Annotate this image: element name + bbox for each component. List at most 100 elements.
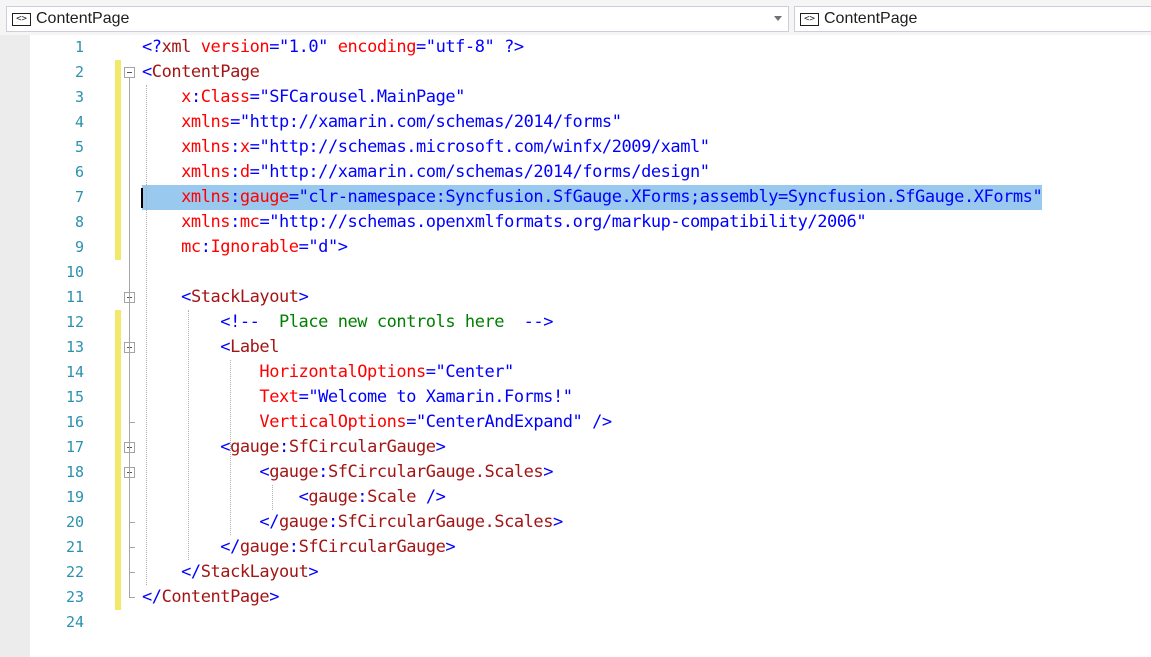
type-scope-dropdown[interactable]: <> ContentPage [6,6,789,32]
code-token: encoding [337,37,417,57]
code-editor[interactable]: 1 <?xml version="1.0" encoding="utf-8" ?>… [0,35,1151,657]
line-number: 16 [65,413,84,431]
line-number: 1 [74,38,84,56]
indent-guide [272,485,273,510]
code-token: Scale [367,487,417,507]
collapse-icon[interactable] [124,67,135,78]
code-text: <?xml version="1.0" encoding="utf-8" ?> [142,35,524,60]
line-number: 8 [74,213,84,231]
line-number: 9 [74,238,84,256]
fold-region-line [129,353,130,423]
code-token: /> [416,487,446,507]
code-text: </ContentPage> [142,585,279,610]
code-line[interactable]: 24 [0,610,1151,635]
code-text: </StackLayout> [142,560,318,585]
code-line[interactable]: 13 <Label [0,335,1151,360]
chevron-down-icon[interactable] [774,16,782,21]
code-token: gauge [279,512,328,532]
code-token: Class [200,87,250,107]
code-text: HorizontalOptions="Center" [142,360,514,385]
line-number: 18 [65,463,84,481]
code-text: <StackLayout> [142,285,309,310]
code-line[interactable]: 15 Text="Welcome to Xamarin.Forms!" [0,385,1151,410]
code-token: ="http://schemas.openxmlformats.org/mark… [259,212,867,232]
code-token: gauge [269,462,319,482]
line-number: 17 [65,438,84,456]
code-line[interactable]: 17 <gauge:SfCircularGauge> [0,435,1151,460]
code-line[interactable]: 18 <gauge:SfCircularGauge.Scales> [0,460,1151,485]
code-token: > [435,437,446,457]
code-token: xmlns [181,162,231,182]
line-number: 5 [74,138,84,156]
code-token: StackLayout [200,562,309,582]
fold-region-end [129,547,135,548]
line-number: 10 [65,263,84,281]
indent-guide [146,85,147,585]
change-indicator [115,360,121,385]
code-line[interactable]: 16 VerticalOptions="CenterAndExpand" /> [0,410,1151,435]
code-token: > [298,287,309,307]
code-token: : [230,212,240,232]
code-line[interactable]: 9 mc:Ignorable="d"> [0,235,1151,260]
line-number: 12 [65,313,84,331]
code-line[interactable]: 11 <StackLayout> [0,285,1151,310]
code-token: x [181,87,191,107]
code-token: ="http://xamarin.com/schemas/2014/forms" [230,112,622,132]
code-token: : [318,462,328,482]
code-line[interactable]: 6 xmlns:d="http://xamarin.com/schemas/20… [0,160,1151,185]
code-token: < [259,462,270,482]
code-line[interactable]: 5 xmlns:x="http://schemas.microsoft.com/… [0,135,1151,160]
member-scope-dropdown[interactable]: <> ContentPage [794,6,1151,32]
indent-guide [230,360,231,535]
navigation-bar: <> ContentPage <> ContentPage [0,0,1151,35]
code-token: VerticalOptions [259,412,407,432]
line-number: 15 [65,388,84,406]
code-token: ="Welcome to Xamarin.Forms!" [298,387,573,407]
code-line[interactable]: 14 HorizontalOptions="Center" [0,360,1151,385]
change-indicator [115,585,121,610]
code-line[interactable]: 10 [0,260,1151,285]
code-token: ="utf-8" ?> [416,37,524,57]
code-token: > [269,587,280,607]
code-line[interactable]: 19 <gauge:Scale /> [0,485,1151,510]
code-line[interactable]: 7 xmlns:gauge="clr-namespace:Syncfusion.… [0,185,1151,210]
code-token: HorizontalOptions [259,362,426,382]
code-token: : [230,137,240,157]
code-line[interactable]: 22 </StackLayout> [0,560,1151,585]
code-line[interactable]: 1 <?xml version="1.0" encoding="utf-8" ?> [0,35,1151,60]
change-indicator [115,310,121,335]
line-number: 11 [65,288,84,306]
code-token: < [220,437,231,457]
line-number: 20 [65,513,84,531]
code-line[interactable]: 21 </gauge:SfCircularGauge> [0,535,1151,560]
code-token: ContentPage [161,587,270,607]
code-text: xmlns="http://xamarin.com/schemas/2014/f… [142,110,622,135]
code-token: Ignorable [210,237,300,257]
code-line[interactable]: 12 <!-- Place new controls here --> [0,310,1151,335]
code-token: Label [230,337,280,357]
code-text: xmlns:x="http://schemas.microsoft.com/wi… [142,135,710,160]
code-line[interactable]: 23 </ContentPage> [0,585,1151,610]
code-text: VerticalOptions="CenterAndExpand" /> [142,410,612,435]
code-token: : [327,512,338,532]
code-token: StackLayout [190,287,299,307]
code-line[interactable]: 3 x:Class="SFCarousel.MainPage" [0,85,1151,110]
code-line[interactable]: 20 </gauge:SfCircularGauge.Scales> [0,510,1151,535]
code-text: xmlns:gauge="clr-namespace:Syncfusion.Sf… [142,185,1043,210]
code-line[interactable]: 4 xmlns="http://xamarin.com/schemas/2014… [0,110,1151,135]
code-line[interactable]: 2 <ContentPage [0,60,1151,85]
change-indicator [115,210,121,235]
code-token: </ [142,587,162,607]
line-number: 22 [65,563,84,581]
code-token: gauge [239,187,289,207]
line-number: 7 [74,188,84,206]
change-indicator [115,460,121,485]
code-line[interactable]: 8 xmlns:mc="http://schemas.openxmlformat… [0,210,1151,235]
